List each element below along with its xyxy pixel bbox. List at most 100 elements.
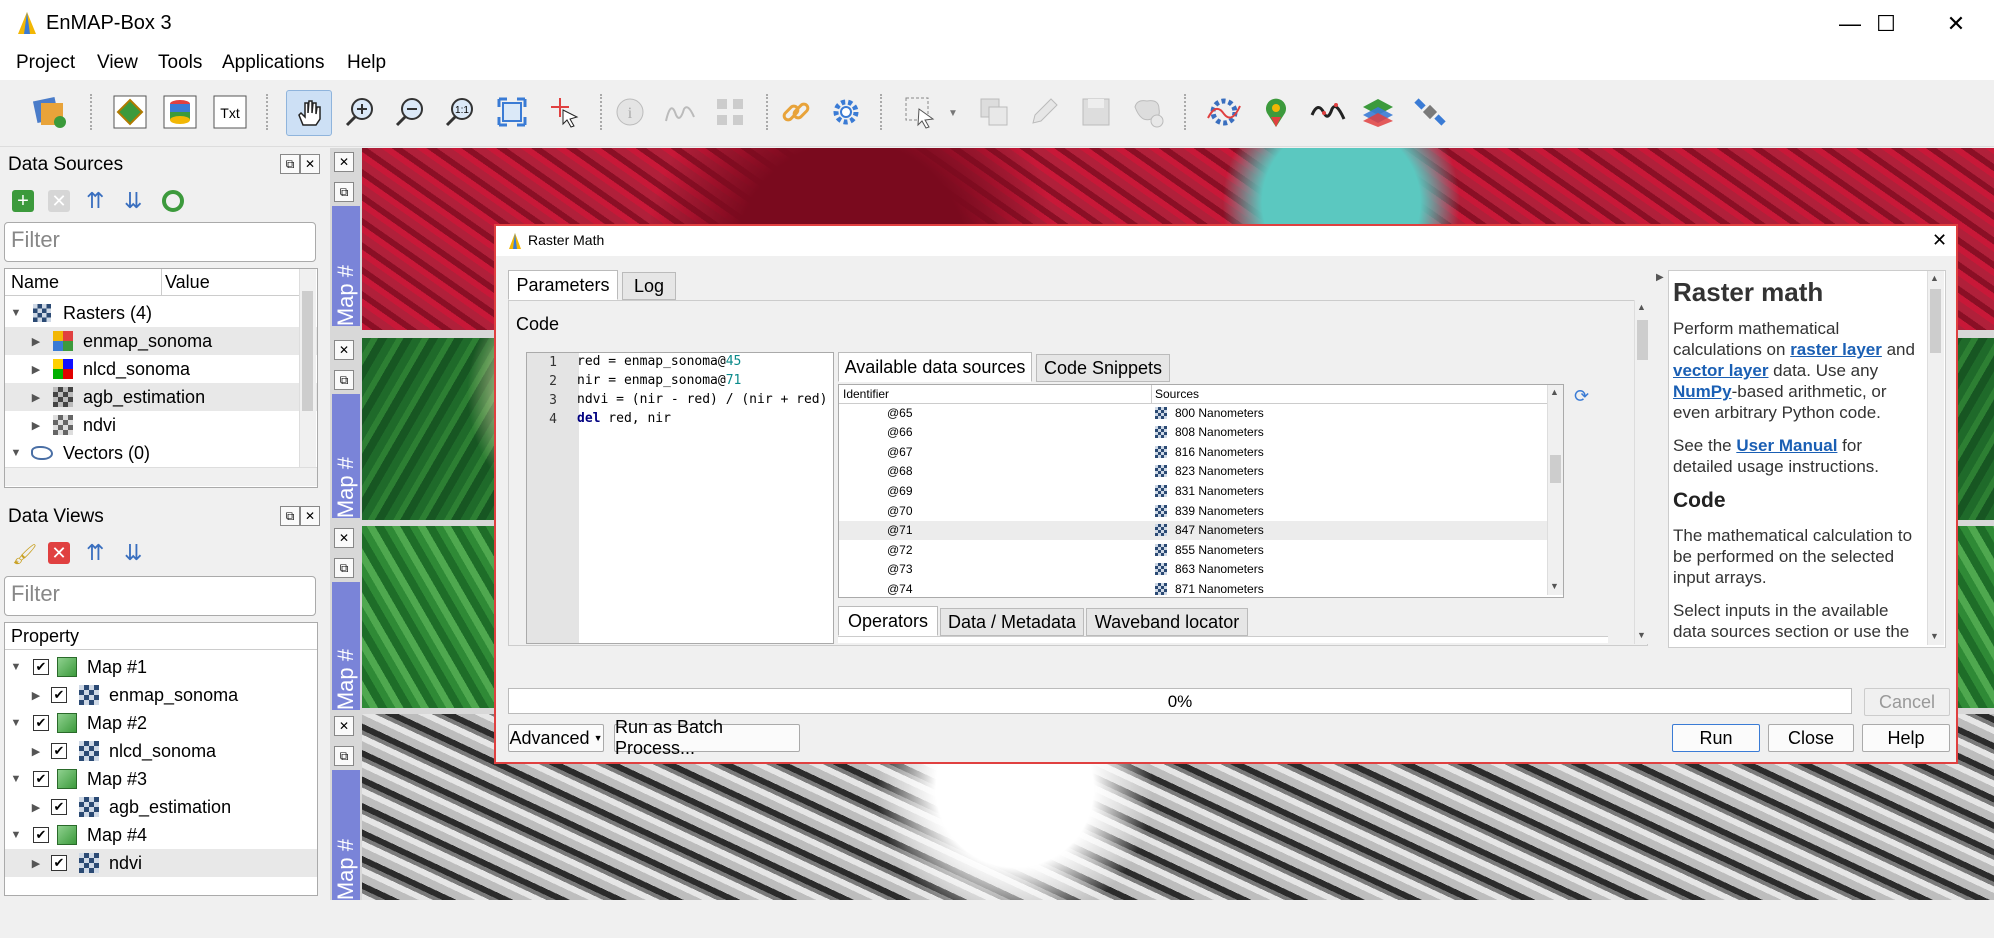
visibility-checkbox[interactable]: ✔ (33, 715, 49, 731)
map-view-1[interactable]: ▼ ✔ Map #1 (5, 653, 317, 681)
tab-available-data-sources[interactable]: Available data sources (838, 352, 1032, 382)
crosshair-tool-button[interactable] (542, 90, 586, 134)
code-editor[interactable]: 1 2 3 4 red = enmap_sonoma@45 nir = enma… (526, 352, 834, 644)
column-sources[interactable]: Sources (1155, 387, 1199, 401)
chevron-down-icon[interactable]: ▼ (9, 717, 23, 729)
zoom-full-button[interactable] (490, 90, 534, 134)
open-speclib-button[interactable] (158, 90, 202, 134)
layer-styling-button[interactable] (1356, 90, 1400, 134)
close-map-icon[interactable]: ✕ (334, 340, 354, 360)
refresh-icon[interactable]: ⟳ (1574, 386, 1589, 407)
raster-item-agb[interactable]: ▶ agb_estimation (5, 383, 317, 411)
chevron-down-icon[interactable]: ▼ (9, 773, 23, 785)
column-identifier[interactable]: Identifier (843, 387, 889, 401)
location-button[interactable] (1254, 90, 1298, 134)
remove-source-icon[interactable]: ✕ (48, 190, 70, 212)
chevron-down-icon[interactable]: ▼ (9, 447, 23, 459)
link-maps-button[interactable] (774, 90, 818, 134)
move-to-point-button[interactable] (708, 90, 752, 134)
close-button[interactable]: Close (1768, 724, 1854, 752)
map-layer-2[interactable]: ▶ ✔ nlcd_sonoma (5, 737, 317, 765)
map-view-2[interactable]: ▼ ✔ Map #2 (5, 709, 317, 737)
close-window-button[interactable]: ✕ (1926, 6, 1986, 42)
brush-icon[interactable]: 🖌 (12, 542, 37, 567)
menu-applications[interactable]: Applications (222, 52, 324, 74)
save-edits-button[interactable] (1074, 90, 1118, 134)
menu-view[interactable]: View (97, 52, 138, 74)
data-sources-filter[interactable]: Filter (4, 222, 316, 262)
data-views-filter[interactable]: Filter (4, 576, 316, 616)
collapse-all-icon[interactable]: ⇈ (86, 188, 104, 214)
maximize-button[interactable]: ☐ (1856, 6, 1916, 42)
map-view-4[interactable]: ▼ ✔ Map #4 (5, 821, 317, 849)
close-panel-icon[interactable]: ✕ (300, 154, 320, 174)
zoom-out-button[interactable] (388, 90, 432, 134)
close-panel-icon[interactable]: ✕ (300, 506, 320, 526)
map-tab-3[interactable]: Map # (332, 582, 360, 710)
batch-process-button[interactable]: Run as Batch Process... (614, 717, 800, 758)
expand-all-icon[interactable]: ⇊ (124, 188, 142, 214)
pan-tool-button[interactable] (286, 90, 332, 136)
collapse-all-icon[interactable]: ⇈ (86, 540, 104, 566)
edit-button[interactable] (1022, 90, 1066, 134)
open-text-view-button[interactable]: Txt (208, 90, 252, 134)
parameters-scrollbar[interactable]: ▲ ▼ (1634, 300, 1651, 644)
vectors-group[interactable]: ▼ Vectors (0) (5, 439, 317, 467)
advanced-button[interactable]: Advanced ▼ (508, 724, 604, 752)
close-map-icon[interactable]: ✕ (334, 528, 354, 548)
float-map-icon[interactable]: ⧉ (334, 746, 354, 766)
identify-button[interactable]: i (608, 90, 652, 134)
chevron-right-icon[interactable]: ▶ (29, 391, 43, 404)
chevron-down-icon[interactable]: ▼ (9, 307, 23, 319)
data-source-row[interactable]: @67 816 Nanometers (839, 442, 1547, 461)
menu-tools[interactable]: Tools (158, 52, 202, 74)
visibility-checkbox[interactable]: ✔ (33, 771, 49, 787)
help-button[interactable]: Help (1862, 724, 1950, 752)
tab-code-snippets[interactable]: Code Snippets (1036, 354, 1170, 382)
chevron-down-icon[interactable]: ▼ (9, 661, 23, 673)
data-source-row[interactable]: @72 855 Nanometers (839, 540, 1547, 559)
add-source-icon[interactable]: + (12, 190, 34, 212)
raster-item-ndvi[interactable]: ▶ ndvi (5, 411, 317, 439)
float-panel-icon[interactable]: ⧉ (280, 506, 300, 526)
map-layer-4[interactable]: ▶ ✔ ndvi (5, 849, 317, 877)
data-source-row[interactable]: @71 847 Nanometers (839, 520, 1547, 540)
data-source-row[interactable]: @74 871 Nanometers (839, 579, 1547, 595)
visibility-checkbox[interactable]: ✔ (51, 743, 67, 759)
map-tab-4[interactable]: Map # (332, 770, 360, 900)
data-source-row[interactable]: @73 863 Nanometers (839, 560, 1547, 579)
data-source-row[interactable]: @68 823 Nanometers (839, 462, 1547, 481)
chevron-right-icon[interactable]: ▶ (29, 419, 43, 432)
chevron-right-icon[interactable]: ▶ (29, 689, 43, 702)
map-layer-3[interactable]: ▶ ✔ agb_estimation (5, 793, 317, 821)
data-source-row[interactable]: @65 800 Nanometers (839, 403, 1547, 422)
raster-layer-link[interactable]: raster layer (1790, 340, 1882, 359)
raster-item-enmap[interactable]: ▶ enmap_sonoma (5, 327, 317, 355)
data-source-row[interactable]: @66 808 Nanometers (839, 423, 1547, 442)
chevron-right-icon[interactable]: ▶ (1656, 272, 1664, 283)
column-property[interactable]: Property (11, 626, 79, 647)
remove-view-icon[interactable]: ✕ (48, 542, 70, 564)
column-value[interactable]: Value (165, 272, 210, 293)
rasters-group[interactable]: ▼ Rasters (4) (5, 299, 317, 327)
close-dialog-icon[interactable]: ✕ (1932, 230, 1947, 251)
select-features-button[interactable] (898, 90, 942, 134)
tab-parameters[interactable]: Parameters (508, 270, 618, 300)
refresh-sources-icon[interactable] (162, 190, 184, 212)
spectral-curve-button[interactable] (1306, 90, 1350, 134)
zoom-in-button[interactable] (338, 90, 382, 134)
visibility-checkbox[interactable]: ✔ (51, 687, 67, 703)
visibility-checkbox[interactable]: ✔ (33, 659, 49, 675)
qgis-processing-button[interactable] (1202, 90, 1246, 134)
close-map-icon[interactable]: ✕ (334, 152, 354, 172)
map-tab-2[interactable]: Map # (332, 394, 360, 518)
sources-hscrollbar[interactable] (5, 467, 317, 486)
chevron-right-icon[interactable]: ▶ (29, 335, 43, 348)
numpy-link[interactable]: NumPy (1673, 382, 1732, 401)
spectral-profile-button[interactable] (658, 90, 702, 134)
float-map-icon[interactable]: ⧉ (334, 370, 354, 390)
tab-waveband-locator[interactable]: Waveband locator (1086, 608, 1248, 636)
sources-scrollbar[interactable] (299, 269, 316, 467)
open-map-window-button[interactable] (108, 90, 152, 134)
cancel-button[interactable]: Cancel (1864, 688, 1950, 716)
